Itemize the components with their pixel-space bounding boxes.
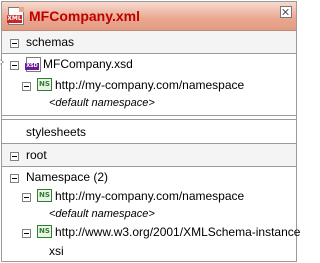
root-namespace-prefix-1: <default namespace> (49, 208, 155, 220)
root-label: root (26, 148, 47, 162)
schema-file-name: MFCompany.xsd (43, 57, 133, 71)
schema-default-namespace: <default namespace> (49, 97, 155, 109)
root-namespace-toggle-1[interactable] (22, 193, 31, 202)
component-title: MFCompany.xml (29, 8, 140, 24)
root-namespace-uri-1: http://my-company.com/namespace (55, 189, 245, 203)
connector-arrow-icon[interactable] (0, 58, 4, 66)
design-component-panel: XML MFCompany.xml schemas XSD MFCompany.… (1, 1, 301, 262)
root-namespace-toggle-2[interactable] (22, 229, 31, 238)
close-icon[interactable] (280, 6, 292, 18)
schema-namespace-toggle[interactable] (22, 82, 31, 91)
namespace-group-label: Namespace (2) (26, 170, 109, 184)
xsd-file-icon: XSD (25, 57, 41, 72)
schema-file-toggle[interactable] (10, 61, 19, 70)
xml-file-icon: XML (7, 7, 24, 25)
namespace-icon: NS (37, 189, 52, 202)
schema-namespace-uri: http://my-company.com/namespace (55, 78, 245, 92)
namespace-group-toggle[interactable] (10, 174, 19, 183)
root-namespace-prefix-2: xsi (49, 244, 64, 258)
stylesheets-label: stylesheets (26, 125, 87, 139)
schemas-label: schemas (26, 35, 75, 49)
root-collapse-toggle[interactable] (10, 152, 19, 161)
namespace-icon: NS (37, 78, 52, 91)
schemas-collapse-toggle[interactable] (10, 39, 19, 48)
root-namespace-uri-2: http://www.w3.org/2001/XMLSchema-instanc… (55, 225, 301, 239)
namespace-icon: NS (37, 225, 52, 238)
component-title-bar[interactable]: XML MFCompany.xml (2, 2, 296, 31)
